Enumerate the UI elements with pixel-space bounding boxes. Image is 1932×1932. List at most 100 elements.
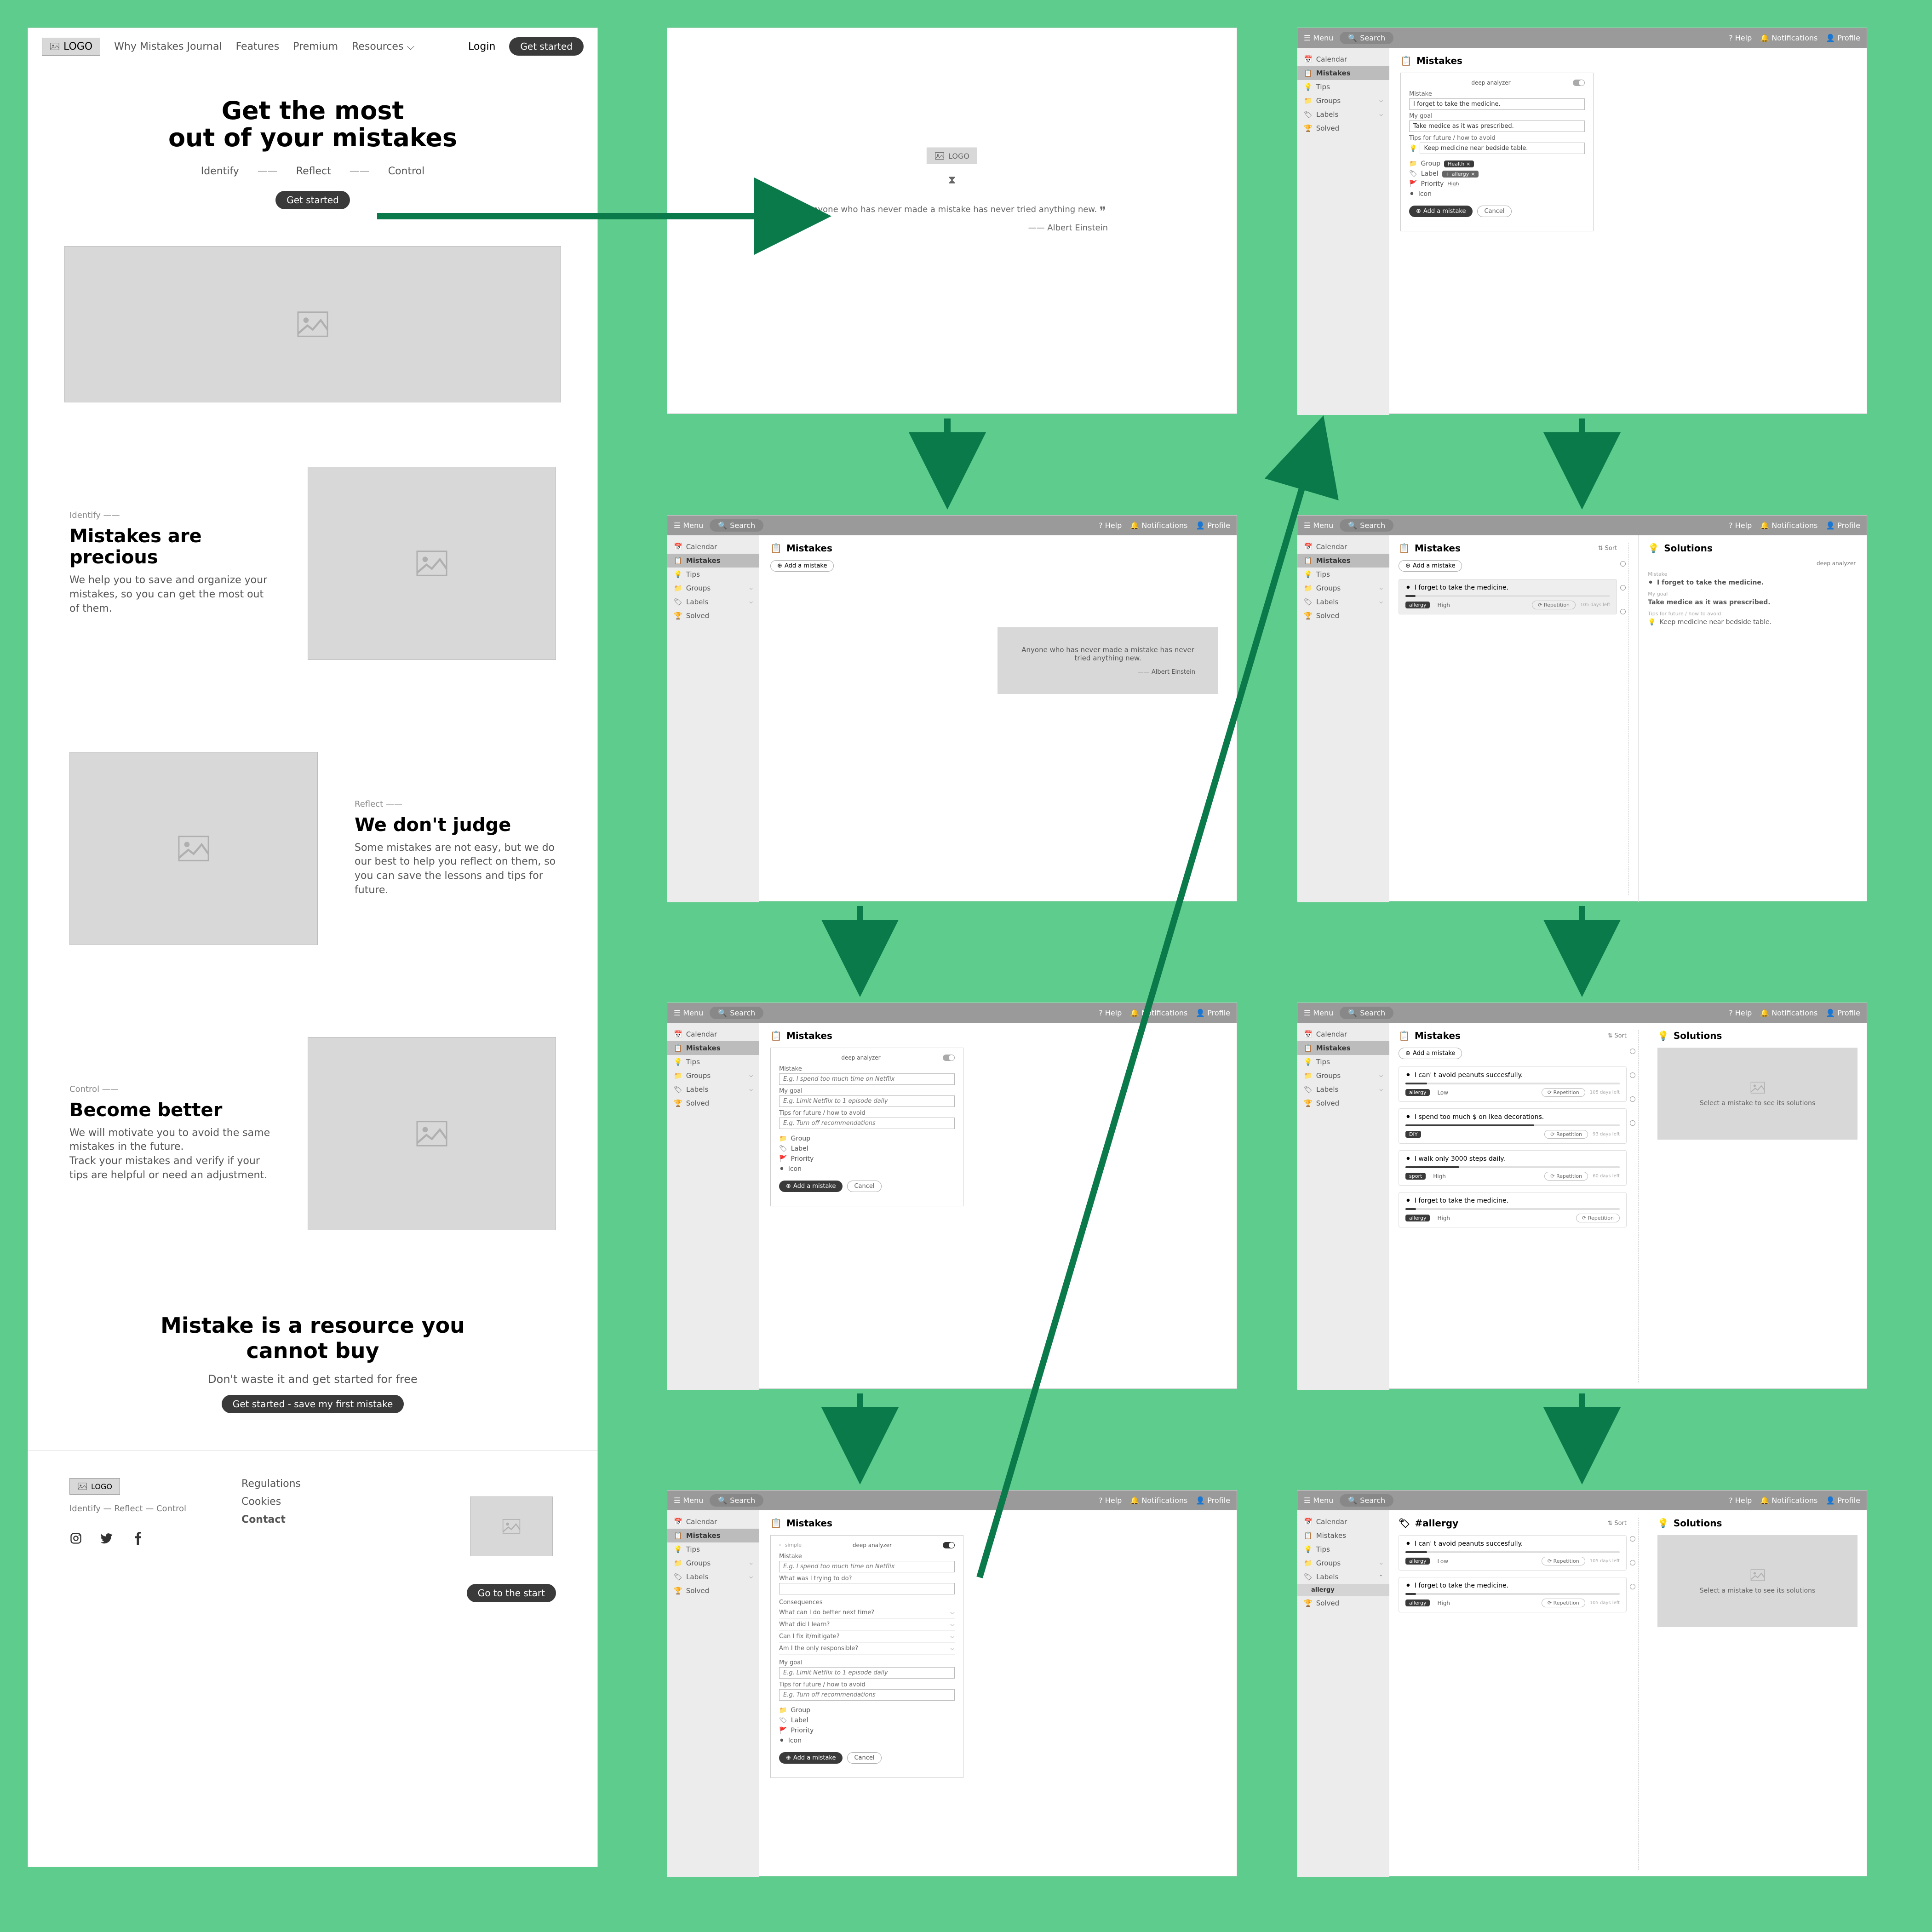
tips-input[interactable] [779,1118,955,1129]
sort-button[interactable]: ⇅ Sort [1607,1032,1627,1039]
mistake-item[interactable]: ⚫ I forget to take the medicine. allergy… [1399,579,1617,614]
sidebar-groups[interactable]: 📁 Groups⌵ [667,1069,759,1083]
add-mistake-button[interactable]: ⊕ Add a mistake [770,560,834,572]
help-button[interactable]: ? Help [1729,521,1752,530]
chip-allergy[interactable]: + allergy × [1442,171,1479,178]
sidebar-labels[interactable]: 🏷 Labels⌵ [667,1570,759,1584]
add-mistake-button[interactable]: ⊕ Add a mistake [1399,1048,1462,1059]
goal-input[interactable] [779,1095,955,1107]
deep-q3[interactable]: Can I fix it/mitigate?⌵ [779,1631,955,1643]
search-input[interactable]: 🔍 Search [1340,1494,1393,1507]
help-button[interactable]: ? Help [1729,34,1752,42]
nav-premium[interactable]: Premium [293,41,338,52]
search-input[interactable]: 🔍 Search [1340,32,1393,44]
scroll-top-button[interactable]: Go to the start [467,1584,556,1602]
mistake-item[interactable]: ⚫ I spend too much $ on Ikea decorations… [1399,1108,1627,1144]
get-started-button[interactable]: Get started [509,37,584,56]
sidebar-groups[interactable]: 📁 Groups⌵ [667,1556,759,1570]
sidebar-groups[interactable]: 📁 Groups⌵ [1297,94,1389,108]
profile-button[interactable]: 👤 Profile [1826,34,1860,42]
menu-button[interactable]: ☰ Menu [674,1009,703,1017]
sidebar-solved[interactable]: 🏆 Solved [667,609,759,623]
search-input[interactable]: 🔍 Search [1340,1007,1393,1019]
mistake-input[interactable] [1409,98,1585,110]
add-mistake-button[interactable]: ⊕ Add a mistake [1399,560,1462,572]
notif-button[interactable]: 🔔 Notifications [1760,521,1817,530]
sidebar-mistakes[interactable]: 📋 Mistakes [667,1041,759,1055]
help-button[interactable]: ? Help [1729,1496,1752,1505]
add-mistake-button[interactable]: ⊕ Add a mistake [1409,206,1473,217]
mistake-item[interactable]: ⚫ I walk only 3000 steps daily.sportHigh… [1399,1150,1627,1186]
sidebar-tips[interactable]: 💡 Tips [667,568,759,581]
toggle-switch[interactable] [943,1055,955,1061]
trying-input[interactable] [779,1583,955,1594]
sidebar-solved[interactable]: 🏆 Solved [1297,1596,1389,1610]
deep-q4[interactable]: Am I the only responsible?⌵ [779,1643,955,1655]
sidebar-tips[interactable]: 💡 Tips [667,1055,759,1069]
tips-input[interactable] [1420,143,1585,154]
search-input[interactable]: 🔍 Search [710,519,763,532]
search-input[interactable]: 🔍 Search [710,1007,763,1019]
goal-input[interactable] [779,1667,955,1679]
deep-analyzer-toggle[interactable]: deep analyzer [1471,80,1510,86]
mistake-input[interactable] [779,1561,955,1572]
notif-button[interactable]: 🔔 Notifications [1760,34,1817,42]
sidebar-solved[interactable]: 🏆 Solved [1297,121,1389,135]
instagram-icon[interactable] [69,1532,82,1545]
sidebar-calendar[interactable]: 📅 Calendar [667,1027,759,1041]
menu-button[interactable]: ☰ Menu [674,521,703,530]
footer-logo[interactable]: LOGO [69,1478,120,1495]
logo[interactable]: LOGO [42,38,100,56]
footer-regulations[interactable]: Regulations [241,1478,301,1490]
facebook-icon[interactable] [132,1532,145,1545]
menu-button[interactable]: ☰ Menu [1304,34,1333,42]
sidebar-tips[interactable]: 💡 Tips [1297,80,1389,94]
cta-button[interactable]: Get started - save my first mistake [222,1395,404,1413]
goal-input[interactable] [1409,120,1585,132]
menu-button[interactable]: ☰ Menu [674,1496,703,1505]
sidebar-tips[interactable]: 💡 Tips [667,1542,759,1556]
mistake-item[interactable]: ⚫ I can' t avoid peanuts succesfully.all… [1399,1535,1627,1571]
profile-button[interactable]: 👤 Profile [1826,1496,1860,1505]
notif-button[interactable]: 🔔 Notifications [1760,1496,1817,1505]
twitter-icon[interactable] [101,1532,114,1545]
footer-cookies[interactable]: Cookies [241,1496,301,1508]
add-mistake-button[interactable]: ⊕ Add a mistake [779,1752,843,1764]
add-mistake-button[interactable]: ⊕ Add a mistake [779,1181,843,1192]
sidebar-mistakes[interactable]: 📋 Mistakes [667,554,759,568]
hero-cta-button[interactable]: Get started [275,191,350,209]
tips-input[interactable] [779,1689,955,1701]
profile-button[interactable]: 👤 Profile [1826,1009,1860,1017]
sidebar-labels[interactable]: 🏷 Labels⌵ [1297,108,1389,121]
sort-button[interactable]: ⇅ Sort [1607,1520,1627,1527]
cancel-button[interactable]: Cancel [847,1752,881,1764]
search-input[interactable]: 🔍 Search [710,1494,763,1507]
help-button[interactable]: ? Help [1729,1009,1752,1017]
toggle-switch[interactable] [943,1542,955,1548]
sidebar-labels[interactable]: 🏷 Labels⌵ [667,1083,759,1096]
chip-health[interactable]: Health × [1444,161,1474,167]
search-input[interactable]: 🔍 Search [1340,519,1393,532]
deep-q2[interactable]: What did I learn?⌵ [779,1619,955,1631]
cancel-button[interactable]: Cancel [847,1181,881,1192]
sidebar-mistakes[interactable]: 📋 Mistakes [667,1529,759,1542]
sidebar-calendar[interactable]: 📅 Calendar [1297,52,1389,66]
deep-q1[interactable]: What can I do better next time?⌵ [779,1607,955,1619]
nav-resources[interactable]: Resources ⌵ [352,41,414,52]
profile-button[interactable]: 👤 Profile [1826,521,1860,530]
sidebar-mistakes[interactable]: 📋 Mistakes [1297,66,1389,80]
mistake-item[interactable]: ⚫ I can' t avoid peanuts succesfully.all… [1399,1066,1627,1102]
nav-why[interactable]: Why Mistakes Journal [114,41,222,52]
toggle-switch[interactable] [1573,80,1585,86]
cancel-button[interactable]: Cancel [1477,206,1511,217]
sidebar-groups[interactable]: 📁 Groups⌵ [667,581,759,595]
sidebar-calendar[interactable]: 📅 Calendar [667,540,759,554]
footer-contact[interactable]: Contact [241,1514,301,1525]
mistake-item[interactable]: ⚫ I forget to take the medicine.allergyH… [1399,1192,1627,1227]
mistake-input[interactable] [779,1073,955,1085]
mistake-item[interactable]: ⚫ I forget to take the medicine.allergyH… [1399,1577,1627,1612]
sidebar-calendar[interactable]: 📅 Calendar [667,1515,759,1529]
login-link[interactable]: Login [468,41,495,52]
notif-button[interactable]: 🔔 Notifications [1760,1009,1817,1017]
sidebar-solved[interactable]: 🏆 Solved [667,1584,759,1598]
